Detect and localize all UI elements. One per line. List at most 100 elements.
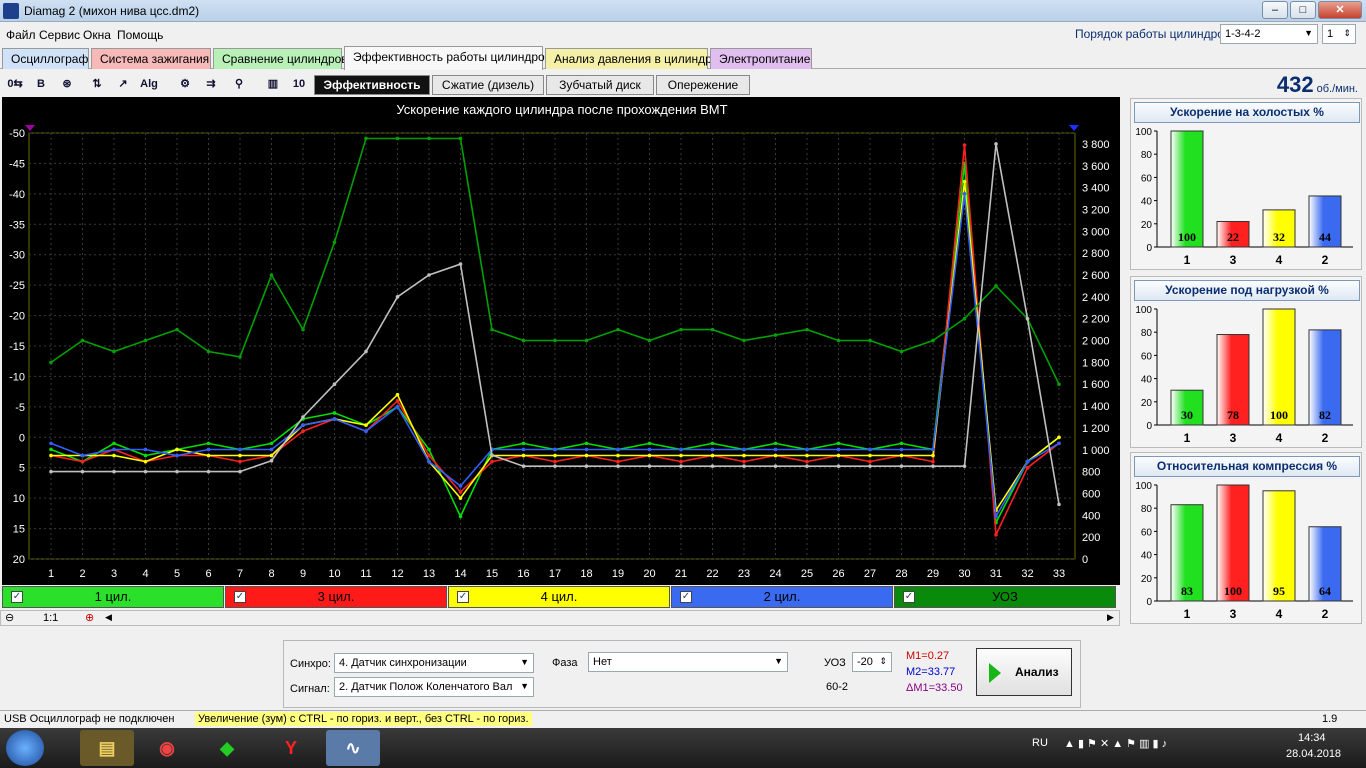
close-button[interactable]: ✕ [1318, 1, 1362, 19]
series-point [773, 453, 778, 458]
series-point [427, 273, 431, 277]
legend-checkbox-icon[interactable]: ✓ [680, 591, 692, 603]
x-tick: 7 [237, 568, 243, 580]
series-point [805, 459, 809, 464]
bar-panel-title: Относительная компрессия % [1134, 456, 1360, 477]
subtab-advance[interactable]: Опережение [656, 75, 750, 95]
chrome-icon[interactable]: ◉ [140, 730, 194, 766]
legend-item-1[interactable]: ✓ 1 цил. [2, 586, 224, 608]
y-left-tick: -5 [15, 402, 25, 414]
bars-icon[interactable]: ▥ [262, 73, 284, 95]
y-right-tick: 3 200 [1082, 204, 1110, 216]
series-point [175, 453, 179, 458]
x-tick: 6 [205, 568, 211, 580]
scroll-left-icon[interactable]: ◀ [105, 612, 112, 623]
series-point [962, 464, 967, 468]
yandex-icon[interactable]: Y [264, 730, 318, 766]
legend-label: 2 цил. [763, 589, 801, 604]
legend-item-4[interactable]: ✓ 2 цил. [671, 586, 893, 608]
scale-icon[interactable]: ⇅ [86, 73, 108, 95]
firing-order-select[interactable]: 1-3-4-2 ▼ [1220, 24, 1318, 44]
line-icon[interactable]: ↗ [112, 73, 134, 95]
series-point [458, 262, 463, 266]
menu-help[interactable]: Помощь [117, 28, 163, 42]
x-tick: 14 [454, 568, 466, 580]
tab-4[interactable]: Эффективность работы цилиндров [344, 46, 551, 70]
ten-icon[interactable]: 10 [288, 73, 310, 95]
zoom-in-icon[interactable]: ⊕ [85, 611, 94, 624]
series-point [80, 338, 85, 343]
language-indicator[interactable]: RU [1032, 737, 1048, 749]
app-icon[interactable]: ◆ [200, 730, 254, 766]
series-point [427, 459, 431, 464]
algorithm-icon[interactable]: Alg [138, 73, 160, 95]
bar-value-label: 22 [1227, 230, 1239, 244]
menu-windows[interactable]: Окна [83, 28, 111, 42]
series-point [616, 464, 620, 468]
analyze-button[interactable]: Анализ [976, 648, 1072, 696]
minimize-button[interactable]: – [1262, 1, 1288, 19]
series-line-5 [50, 137, 1060, 385]
y-right-tick: 3 600 [1082, 161, 1110, 173]
uoz-spinner[interactable]: -20 ⇕ [852, 652, 892, 672]
zero-offset-icon[interactable]: 0⇆ [4, 73, 26, 95]
phase-select[interactable]: Нет ▼ [588, 652, 788, 672]
legend-checkbox-icon[interactable]: ✓ [11, 591, 23, 603]
legend-item-5[interactable]: ✓ УОЗ [894, 586, 1116, 608]
main-tabs: Осциллограф Система зажигания Сравнение ци… [0, 46, 1366, 70]
series-point [994, 284, 998, 288]
rpm-icon[interactable]: ⊛ [56, 73, 78, 95]
tab-6[interactable]: Электропитание [710, 48, 812, 69]
sync-select[interactable]: 4. Датчик синхронизации ▼ [334, 653, 534, 673]
legend-checkbox-icon[interactable]: ✓ [457, 591, 469, 603]
series-point [175, 469, 179, 474]
cylinder-count-spinner[interactable]: 1 ⇕ [1322, 24, 1356, 44]
tab-3[interactable]: Сравнение цилиндров [213, 48, 348, 69]
series-point [679, 459, 683, 464]
acceleration-chart[interactable]: Ускорение каждого цилиндра после прохожд… [2, 97, 1120, 585]
menu-service[interactable]: Сервис [39, 28, 80, 42]
tab-1[interactable]: Осциллограф [2, 48, 89, 69]
maximize-button[interactable]: □ [1290, 1, 1316, 19]
filter-icon[interactable]: ⚙ [174, 73, 196, 95]
teeth-label: 60-2 [826, 681, 849, 693]
bar-y-tick: 40 [1141, 551, 1153, 562]
bar-panel-chart: 0204060801001001223324442 [1135, 127, 1353, 267]
start-button-icon[interactable] [6, 730, 44, 766]
series-point [584, 464, 589, 468]
series-point [584, 447, 589, 452]
bar-category-label: 4 [1276, 253, 1283, 267]
signal-select[interactable]: 2. Датчик Полож Коленчатого Вал ▼ [334, 677, 534, 697]
series-point [679, 327, 683, 332]
tab-2[interactable]: Система зажигания [91, 48, 211, 69]
bold-icon[interactable]: B [30, 73, 52, 95]
subtab-toothed-disk[interactable]: Зубчатый диск [546, 75, 654, 95]
x-tick: 16 [517, 568, 529, 580]
diamag-app-icon [3, 3, 19, 19]
y-left-tick: -20 [9, 311, 25, 323]
subtab-efficiency[interactable]: Эффективность [314, 75, 430, 95]
sort-icon[interactable]: ⇉ [200, 73, 222, 95]
tray-icons[interactable]: ▲ ▮ ⚑ ✕ ▲ ⚑ ▥ ▮ ♪ [1064, 737, 1167, 750]
legend-checkbox-icon[interactable]: ✓ [234, 591, 246, 603]
diamag-taskbar-icon[interactable]: ∿ [326, 730, 380, 766]
windows-taskbar: ▤ ◉ ◆ Y ∿ RU ▲ ▮ ⚑ ✕ ▲ ⚑ ▥ ▮ ♪ 14:34 28.… [0, 728, 1366, 768]
series-point [238, 355, 242, 359]
marker-right-icon [1069, 125, 1079, 131]
subtab-compression[interactable]: Сжатие (дизель) [432, 75, 544, 95]
explorer-icon[interactable]: ▤ [80, 730, 134, 766]
series-point [1057, 502, 1061, 507]
marker-icon[interactable]: ⚲ [228, 73, 250, 95]
legend-item-3[interactable]: ✓ 4 цил. [448, 586, 670, 608]
window-title: Diamag 2 (михон нива цсс.dm2) [24, 4, 200, 18]
series-point [521, 464, 526, 468]
scroll-right-icon[interactable]: ▶ [1107, 612, 1114, 623]
legend-checkbox-icon[interactable]: ✓ [903, 591, 915, 603]
zoom-out-icon[interactable]: ⊖ [5, 611, 14, 624]
x-tick: 2 [79, 568, 85, 580]
menu-file[interactable]: Файл [6, 28, 36, 42]
tab-5[interactable]: Анализ давления в цилиндре [545, 48, 718, 69]
legend-item-2[interactable]: ✓ 3 цил. [225, 586, 447, 608]
series-point [1025, 465, 1030, 470]
series-point [143, 447, 148, 452]
